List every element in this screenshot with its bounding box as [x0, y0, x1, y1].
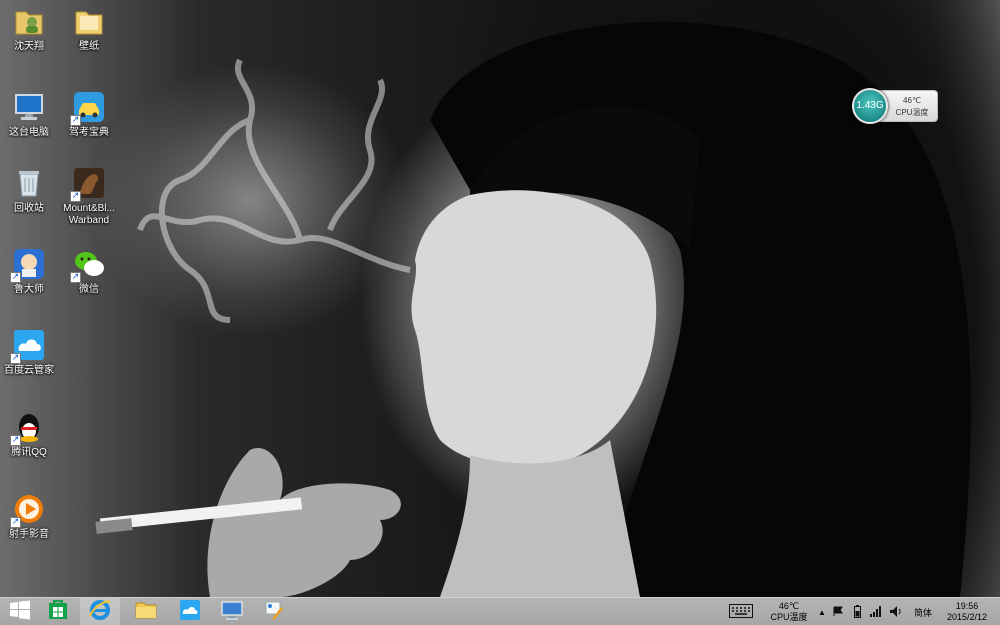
desktop-icon-label: Mount&Bl... Warband [63, 203, 115, 226]
desktop-icon-label: 微信 [79, 284, 99, 295]
qq-penguin-icon: ↗ [10, 410, 46, 446]
system-tray: 46℃ CPU温度 ▲ 简体 19:56 2015/2/12 [720, 598, 1000, 625]
show-hidden-icons-button[interactable]: ▲ [816, 598, 828, 625]
desktop-icon-qq[interactable]: ↗ 腾讯QQ [0, 410, 64, 459]
wallpaper-neck [440, 440, 640, 597]
shortcut-arrow-icon: ↗ [10, 353, 21, 364]
baidu-cloud-icon: ↗ [10, 328, 46, 364]
network-button[interactable] [868, 598, 884, 625]
tray-clock[interactable]: 19:56 2015/2/12 [940, 598, 994, 625]
clock-time: 19:56 [955, 601, 979, 611]
wallpaper-hand [207, 448, 401, 597]
gadget-label: CPU温度 [895, 108, 929, 117]
desktop-icon-label: 驾考宝典 [69, 127, 109, 138]
battery-button[interactable] [850, 598, 864, 625]
wallpaper-art [95, 21, 971, 597]
ludashi-icon: ↗ [10, 247, 46, 283]
desktop-icon-wechat[interactable]: ↗ 微信 [54, 247, 124, 296]
action-center-button[interactable] [830, 598, 846, 625]
wallpaper-smoke [137, 58, 411, 323]
desktop-icon-shooter-player[interactable]: ↗ 射手影音 [0, 492, 64, 541]
taskbar-paint-button[interactable] [254, 598, 294, 625]
folder-icon [72, 4, 106, 38]
desktop-icon-wallpaper-folder[interactable]: 壁纸 [54, 4, 124, 53]
taskbar-store-button[interactable] [38, 598, 78, 625]
game-horse-icon: ↗ [70, 166, 106, 202]
chevron-up-icon: ▲ [818, 607, 826, 617]
taskbar-remote-button[interactable] [212, 598, 252, 625]
desktop-icon-label: 腾讯QQ [11, 447, 47, 458]
start-button[interactable] [0, 598, 40, 625]
wechat-icon: ↗ [70, 247, 106, 283]
shortcut-arrow-icon: ↗ [70, 115, 81, 126]
clock-date: 2015/2/12 [946, 612, 988, 622]
shortcut-arrow-icon: ↗ [70, 272, 81, 283]
baidu-cloud-icon [179, 599, 201, 625]
shortcut-arrow-icon: ↗ [10, 517, 21, 528]
windows-start-icon [9, 599, 31, 625]
cpu-temperature-gadget[interactable]: 46℃ CPU温度 1.43G [852, 88, 940, 124]
battery-icon [853, 604, 861, 620]
taskbar: 46℃ CPU温度 ▲ 简体 19:56 2015/2/12 [0, 597, 1000, 625]
tray-cpu-temp-value: 46℃ [778, 601, 800, 611]
taskbar-ie-button[interactable] [80, 598, 120, 625]
tray-cpu-temperature[interactable]: 46℃ CPU温度 [764, 598, 814, 625]
ie-icon [88, 598, 112, 625]
desktop-icon-mount-blade[interactable]: ↗ Mount&Bl... Warband [54, 166, 124, 227]
signal-bars-icon [870, 605, 882, 619]
computer-icon [12, 90, 46, 124]
touch-keyboard-button[interactable] [726, 598, 756, 625]
desktop-icon-label: 射手影音 [9, 529, 49, 540]
desktop-icon-label: 百度云管家 [4, 365, 54, 376]
recycle-bin-icon [12, 166, 46, 200]
media-player-icon: ↗ [10, 492, 46, 528]
shortcut-arrow-icon: ↗ [10, 435, 21, 446]
taskbar-baidu-cloud-button[interactable] [170, 598, 210, 625]
windows-store-icon [47, 599, 69, 625]
ime-language-button[interactable]: 简体 [908, 598, 938, 625]
remote-monitor-icon [220, 599, 244, 625]
tray-cpu-temp-label: CPU温度 [770, 612, 808, 622]
shortcut-arrow-icon: ↗ [10, 272, 21, 283]
shortcut-arrow-icon: ↗ [70, 191, 81, 202]
desktop-icon-baidu-cloud[interactable]: ↗ 百度云管家 [0, 328, 64, 377]
desktop-icon-label: 壁纸 [79, 41, 99, 52]
gadget-memory-disc[interactable]: 1.43G [852, 88, 888, 124]
touch-keyboard-icon [729, 604, 753, 620]
flag-icon [833, 606, 844, 619]
volume-button[interactable] [888, 598, 904, 625]
taskbar-explorer-button[interactable] [126, 598, 166, 625]
user-folder-icon [12, 4, 46, 38]
file-explorer-icon [134, 599, 158, 625]
paint-app-icon [263, 599, 285, 625]
speaker-icon [890, 605, 902, 619]
desktop-icon-jiakao[interactable]: ↗ 驾考宝典 [54, 90, 124, 139]
car-app-icon: ↗ [70, 90, 106, 126]
gadget-temperature: 46℃ [903, 96, 921, 105]
wallpaper-face [411, 190, 657, 467]
desktop-wallpaper [0, 0, 1000, 597]
